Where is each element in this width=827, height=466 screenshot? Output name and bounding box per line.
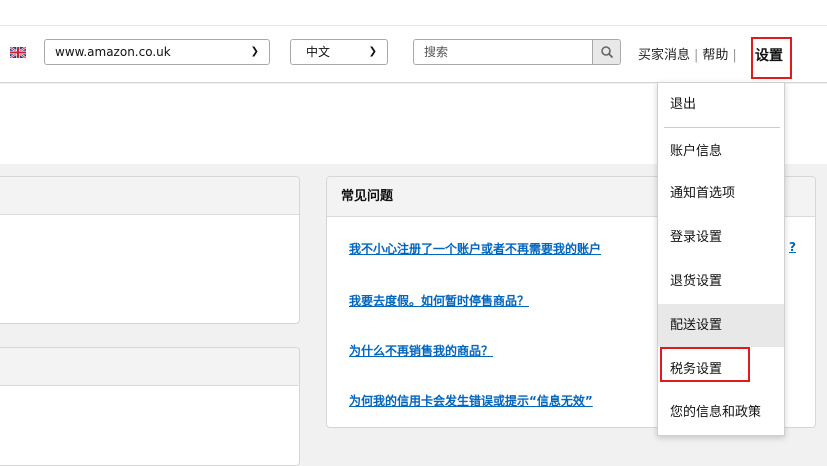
menu-item-account-info[interactable]: 账户信息	[658, 130, 784, 173]
settings-dropdown-menu: 退出 账户信息 通知首选项 登录设置 退货设置 配送设置 税务设置 您的信息和政…	[657, 82, 785, 436]
left-panel-top-header	[0, 177, 299, 215]
buyer-messages-link[interactable]: 买家消息	[638, 44, 690, 63]
search-input[interactable]: 搜索	[424, 40, 448, 64]
help-link[interactable]: 帮助	[702, 44, 728, 63]
faq-question-1-tail[interactable]: ?	[789, 240, 796, 254]
search-box[interactable]: 搜索	[413, 39, 621, 65]
link-divider: |	[732, 48, 737, 63]
left-panel-top	[0, 176, 300, 324]
settings-highlight-box	[751, 37, 792, 79]
search-button[interactable]	[592, 40, 620, 64]
menu-item-return-settings[interactable]: 退货设置	[658, 260, 784, 303]
faq-question-1[interactable]: 我不小心注册了一个账户或者不再需要我的账户	[349, 240, 601, 257]
menu-item-login-settings[interactable]: 登录设置	[658, 216, 784, 259]
tax-settings-highlight-box	[660, 347, 750, 382]
left-panel-bottom	[0, 347, 300, 466]
menu-divider	[664, 127, 780, 128]
faq-question-3[interactable]: 为什么不再销售我的商品？	[349, 342, 493, 359]
uk-flag-icon[interactable]	[10, 47, 26, 58]
menu-item-shipping-settings[interactable]: 配送设置	[658, 304, 784, 347]
link-divider: |	[694, 48, 699, 63]
faq-question-4[interactable]: 为何我的信用卡会发生错误或提示“信息无效”	[349, 392, 593, 409]
language-select-value: 中文	[306, 45, 331, 59]
chevron-down-icon: ❯	[368, 46, 377, 57]
chevron-down-icon: ❯	[250, 46, 259, 57]
language-select[interactable]: 中文 ❯	[290, 39, 388, 65]
marketplace-select-value: www.amazon.co.uk	[55, 45, 171, 59]
left-panel-bottom-header	[0, 348, 299, 386]
magnifier-icon	[601, 46, 614, 59]
marketplace-select[interactable]: www.amazon.co.uk ❯	[44, 39, 270, 65]
faq-question-2[interactable]: 我要去度假。如何暂时停售商品？	[349, 292, 529, 309]
header-links: 买家消息 | 帮助 |	[638, 44, 741, 63]
menu-item-logout[interactable]: 退出	[658, 83, 784, 126]
menu-item-your-info-and-policies[interactable]: 您的信息和政策	[658, 391, 784, 434]
top-strip	[0, 0, 827, 26]
menu-item-notification-preferences[interactable]: 通知首选项	[658, 172, 784, 215]
